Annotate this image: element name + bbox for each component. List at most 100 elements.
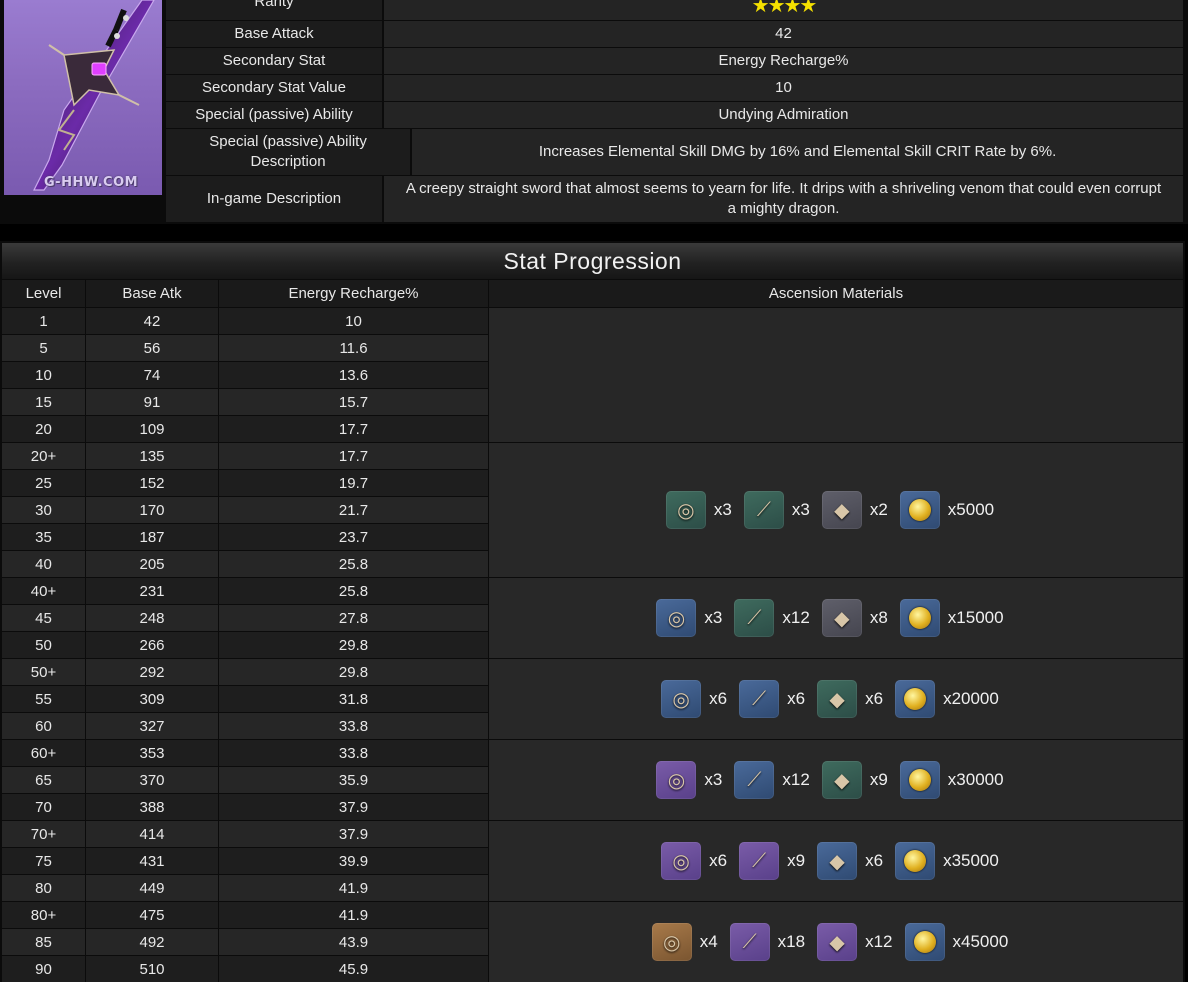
material-quantity: x6 <box>865 851 884 870</box>
material-quantity: x2 <box>869 500 888 519</box>
energy-recharge-cell: 21.7 <box>219 497 488 523</box>
material-item[interactable]: ⟋ x6 <box>739 680 811 718</box>
ring-icon: ◎ <box>651 923 692 961</box>
base-atk-cell: 431 <box>86 848 218 874</box>
sword-icon <box>33 0 155 191</box>
level-cell: 50 <box>2 632 85 658</box>
weapon-info-table: G-HHW.COM Rarity ★★★★ Base Attack 42 Sec… <box>0 0 1188 224</box>
material-quantity: x6 <box>709 689 728 708</box>
info-label: Secondary Stat <box>166 48 384 74</box>
level-cell: 10 <box>2 362 85 388</box>
material-item[interactable]: ◎ x3 <box>665 491 738 529</box>
material-item[interactable]: ◆ x8 <box>821 599 894 637</box>
materials-cell: ◎ x3 ⟋ x12 ◆ x8 x15000 <box>489 578 1183 658</box>
level-cell: 25 <box>2 470 85 496</box>
materials-cell: ◎ x3 ⟋ x12 ◆ x9 x30000 <box>489 740 1183 820</box>
level-cell: 80 <box>2 875 85 901</box>
base-atk-cell: 42 <box>86 308 218 334</box>
horn-icon: ⟋ <box>739 680 780 718</box>
ring-icon: ◎ <box>665 491 706 529</box>
mora-coin-icon <box>899 761 940 799</box>
level-cell: 40+ <box>2 578 85 604</box>
energy-recharge-cell: 13.6 <box>219 362 488 388</box>
material-item[interactable]: ◆ x9 <box>821 761 894 799</box>
info-value: A creepy straight sword that almost seem… <box>384 176 1183 222</box>
level-cell: 20+ <box>2 443 85 469</box>
materials-cell: ◎ x6 ⟋ x9 ◆ x6 x35000 <box>489 821 1183 901</box>
base-atk-cell: 510 <box>86 956 218 982</box>
material-quantity: x20000 <box>943 689 999 708</box>
material-item[interactable]: ◎ x6 <box>661 842 733 880</box>
base-atk-cell: 388 <box>86 794 218 820</box>
material-item[interactable]: x15000 <box>899 599 1010 637</box>
info-value: Increases Elemental Skill DMG by 16% and… <box>412 129 1183 175</box>
material-item[interactable]: ◎ x4 <box>651 923 724 961</box>
materials-list: ◎ x3 ⟋ x12 ◆ x8 x15000 <box>656 599 1015 637</box>
level-cell: 1 <box>2 308 85 334</box>
energy-recharge-cell: 29.8 <box>219 659 488 685</box>
info-label: Secondary Stat Value <box>166 75 384 101</box>
material-item[interactable]: ⟋ x12 <box>734 599 815 637</box>
energy-recharge-cell: 33.8 <box>219 713 488 739</box>
material-item[interactable]: ◎ x3 <box>656 761 728 799</box>
material-item[interactable]: ⟋ x18 <box>729 923 811 961</box>
materials-list: ◎ x6 ⟋ x6 ◆ x6 x20000 <box>661 680 1011 718</box>
energy-recharge-cell: 35.9 <box>219 767 488 793</box>
material-item[interactable]: x45000 <box>904 923 1015 961</box>
material-quantity: x6 <box>709 851 728 870</box>
material-item[interactable]: ◆ x6 <box>817 842 889 880</box>
column-header-base-atk: Base Atk <box>86 280 218 307</box>
horn-icon: ⟋ <box>734 761 775 799</box>
material-item[interactable]: ◆ x12 <box>817 923 898 961</box>
base-atk-cell: 370 <box>86 767 218 793</box>
energy-recharge-cell: 29.8 <box>219 632 488 658</box>
info-row-rarity: Rarity ★★★★ <box>166 0 1183 20</box>
horn-icon: ⟋ <box>743 491 784 529</box>
material-quantity: x6 <box>787 689 806 708</box>
info-label: Special (passive) Ability <box>166 102 384 128</box>
material-item[interactable]: ◎ x6 <box>661 680 733 718</box>
info-row-ingame-description: In-game Description A creepy straight sw… <box>166 176 1183 222</box>
material-item[interactable]: ◆ x2 <box>821 491 894 529</box>
level-cell: 85 <box>2 929 85 955</box>
material-item[interactable]: ⟋ x3 <box>743 491 816 529</box>
material-item[interactable]: ◎ x3 <box>656 599 728 637</box>
insignia-icon: ◆ <box>817 842 858 880</box>
material-quantity: x5000 <box>947 500 995 519</box>
ring-icon: ◎ <box>661 680 702 718</box>
level-cell: 70+ <box>2 821 85 847</box>
material-item[interactable]: x5000 <box>899 491 1000 529</box>
material-item[interactable]: x20000 <box>895 680 1005 718</box>
material-item[interactable]: ⟋ x12 <box>734 761 815 799</box>
watermark-text: G-HHW.COM <box>44 175 139 190</box>
energy-recharge-cell: 10 <box>219 308 488 334</box>
material-item[interactable]: x35000 <box>895 842 1005 880</box>
energy-recharge-cell: 41.9 <box>219 902 488 928</box>
materials-cell: ◎ x4 ⟋ x18 ◆ x12 x45000 <box>489 902 1183 982</box>
level-cell: 80+ <box>2 902 85 928</box>
material-quantity: x3 <box>713 500 732 519</box>
level-cell: 50+ <box>2 659 85 685</box>
info-label: Special (passive) Ability Description <box>166 129 413 175</box>
energy-recharge-cell: 17.7 <box>219 443 488 469</box>
material-quantity: x18 <box>777 932 806 951</box>
base-atk-cell: 109 <box>86 416 218 442</box>
energy-recharge-cell: 11.6 <box>219 335 488 361</box>
column-header-energy-recharge: Energy Recharge% <box>219 280 488 307</box>
material-quantity: x15000 <box>947 608 1004 627</box>
material-item[interactable]: x30000 <box>899 761 1010 799</box>
energy-recharge-cell: 25.8 <box>219 578 488 604</box>
info-value: 10 <box>384 75 1183 101</box>
base-atk-cell: 248 <box>86 605 218 631</box>
insignia-icon: ◆ <box>821 761 862 799</box>
level-cell: 60+ <box>2 740 85 766</box>
info-label: Base Attack <box>166 21 384 47</box>
info-row-base-attack: Base Attack 42 <box>166 21 1183 47</box>
base-atk-cell: 205 <box>86 551 218 577</box>
base-atk-cell: 135 <box>86 443 218 469</box>
info-row-passive-description: Special (passive) Ability Description In… <box>166 129 1183 175</box>
material-item[interactable]: ◆ x6 <box>817 680 889 718</box>
materials-cell: ◎ x3 ⟋ x3 ◆ x2 x5000 <box>489 443 1183 577</box>
material-item[interactable]: ⟋ x9 <box>739 842 811 880</box>
info-label: Rarity <box>166 0 384 20</box>
